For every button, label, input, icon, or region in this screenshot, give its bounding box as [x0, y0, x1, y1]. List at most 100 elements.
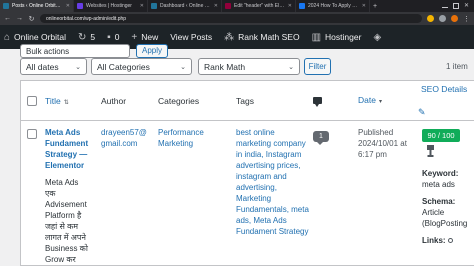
url-field[interactable]: onlineorbital.com/wp-admin/edit.php: [40, 14, 422, 23]
title-line: Meta Ads: [45, 128, 81, 137]
profile-avatar[interactable]: [451, 15, 458, 22]
extension-icon[interactable]: [427, 15, 434, 22]
updates-count: 5: [90, 32, 96, 42]
browser-tab-strip: Posts ‹ Online Orbital — Word… ✕ Website…: [0, 0, 474, 12]
address-bar-row: ← → ↻ onlineorbital.com/wp-admin/edit.ph…: [0, 12, 474, 25]
close-window-icon[interactable]: ✕: [464, 3, 470, 9]
seo-details: Keyword: meta ads Schema: Article (BlogP…: [422, 168, 474, 246]
browser-tab[interactable]: 2024 How To Apply Meta Ads… ✕: [296, 0, 370, 12]
wordpress-icon: [151, 3, 157, 9]
plus-icon[interactable]: +: [370, 3, 380, 10]
rank-math-icon: ⁂: [224, 31, 235, 43]
close-icon[interactable]: ✕: [140, 3, 144, 9]
menu-icon[interactable]: ⋮: [463, 15, 470, 23]
tag-line: in india, Instagram: [236, 150, 302, 159]
column-title[interactable]: Title ⇅: [45, 96, 69, 106]
chevron-down-icon: ⌄: [75, 63, 81, 71]
date-line: 6:17 pm: [358, 150, 387, 159]
tag-line: Marketing: [236, 194, 272, 203]
seo-score-badge[interactable]: 90 / 100: [422, 129, 460, 142]
sort-down-icon: ▾: [378, 99, 382, 105]
window-controls: ✕: [442, 3, 474, 9]
tag-line: Fundamentals, meta: [236, 205, 309, 214]
new-label: New: [141, 32, 159, 42]
category-line: Performance: [158, 128, 204, 137]
dates-filter-select[interactable]: All dates ⌄: [20, 58, 87, 75]
tab-title: Edit "header" with Elementor: [234, 3, 285, 9]
elementor-link[interactable]: ◈: [367, 25, 387, 49]
browser-tab[interactable]: Edit "header" with Elementor ✕: [222, 0, 296, 12]
close-icon[interactable]: ✕: [214, 3, 218, 9]
column-categories: Categories: [158, 96, 200, 106]
close-icon[interactable]: ✕: [362, 3, 366, 9]
keyword-value: meta ads: [422, 180, 455, 189]
dates-filter-value: All dates: [26, 61, 59, 72]
post-category-link[interactable]: Performance Marketing: [158, 127, 234, 149]
author-line: gmail.com: [101, 139, 138, 148]
column-seo-details[interactable]: SEO Details: [421, 84, 467, 94]
hostinger-icon: [77, 3, 83, 9]
excerpt-line: एक: [45, 189, 56, 198]
tag-line: Fundament Strategy: [236, 227, 309, 236]
elementor-icon: [225, 3, 231, 9]
post-author-link[interactable]: drayeen57@ gmail.com: [101, 127, 157, 149]
tag-line: marketing company: [236, 139, 306, 148]
forward-icon[interactable]: →: [16, 15, 23, 22]
tag-line: ads, Meta Ads: [236, 216, 287, 225]
post-title-link[interactable]: Meta Ads Fundament Strategy — Elementor: [45, 127, 101, 171]
hostinger-icon: ▥: [311, 31, 322, 43]
maximize-icon[interactable]: [453, 3, 459, 9]
back-icon[interactable]: ←: [4, 15, 11, 22]
rank-math-link[interactable]: ⁂ Rank Math SEO: [218, 25, 305, 49]
excerpt-line: Meta Ads: [45, 178, 79, 187]
comment-count-badge[interactable]: 1: [313, 131, 329, 145]
schema-value: Article: [422, 208, 445, 217]
pencil-icon[interactable]: ✎: [418, 107, 426, 118]
bulk-actions-select[interactable]: Bulk actions: [20, 44, 130, 58]
schema-label: Schema:: [422, 197, 456, 206]
reload-icon[interactable]: ↻: [28, 15, 35, 23]
chevron-down-icon: ⌄: [288, 63, 294, 71]
facebook-icon: [299, 3, 305, 9]
apply-button[interactable]: Apply: [136, 44, 168, 58]
row-checkbox[interactable]: [27, 129, 37, 139]
post-date: Published 2024/10/01 at 6:17 pm: [358, 127, 420, 160]
post-excerpt: Meta Ads एक Advisement Platform है जहां …: [45, 177, 101, 265]
column-title-label: Title: [45, 96, 61, 106]
categories-filter-select[interactable]: All Categories ⌄: [91, 58, 192, 75]
hostinger-label: Hostinger: [325, 32, 362, 42]
diamond-icon: ◈: [373, 31, 382, 43]
column-date-label: Date: [358, 95, 376, 105]
rank-math-filter-value: Rank Math: [204, 61, 246, 72]
browser-tab[interactable]: Dashboard ‹ Online Orbital — ✕: [148, 0, 222, 12]
comments-column-icon[interactable]: [313, 97, 322, 107]
categories-filter-value: All Categories: [97, 61, 150, 72]
minimize-icon[interactable]: [442, 4, 448, 8]
extension-icon[interactable]: [439, 15, 446, 22]
bulk-actions-value: Bulk actions: [26, 47, 70, 56]
column-date[interactable]: Date ▾: [358, 95, 382, 105]
select-all-checkbox[interactable]: [27, 96, 37, 106]
rank-math-label: Rank Math SEO: [238, 32, 300, 42]
date-line: 2024/10/01 at: [358, 139, 407, 148]
title-line: Strategy —: [45, 150, 88, 159]
close-icon[interactable]: ✕: [288, 3, 292, 9]
filter-button[interactable]: Filter: [304, 58, 331, 75]
post-tags[interactable]: best online marketing company in india, …: [236, 127, 310, 237]
rank-math-filter-select[interactable]: Rank Math ⌄: [198, 58, 300, 75]
posts-table: Title ⇅ Author Categories Tags Date ▾ SEO …: [20, 80, 474, 266]
hostinger-link[interactable]: ▥ Hostinger: [306, 25, 368, 49]
comments-count: 0: [114, 32, 120, 42]
close-icon[interactable]: ✕: [66, 3, 70, 9]
tag-line: best online: [236, 128, 275, 137]
view-posts-link[interactable]: View Posts: [164, 25, 218, 49]
browser-tab[interactable]: Posts ‹ Online Orbital — Word… ✕: [0, 0, 74, 12]
column-author: Author: [101, 96, 127, 106]
browser-tab[interactable]: Websites | Hostinger ✕: [74, 0, 148, 12]
posts-list-screen: Bulk actions Apply All dates ⌄ All Categ…: [0, 44, 474, 266]
tag-line: advertising prices,: [236, 161, 301, 170]
chevron-down-icon: ⌄: [180, 63, 186, 71]
links-row: Links:: [422, 235, 474, 246]
updates-icon: ↻: [78, 31, 87, 43]
title-line: Elementor: [45, 161, 85, 170]
